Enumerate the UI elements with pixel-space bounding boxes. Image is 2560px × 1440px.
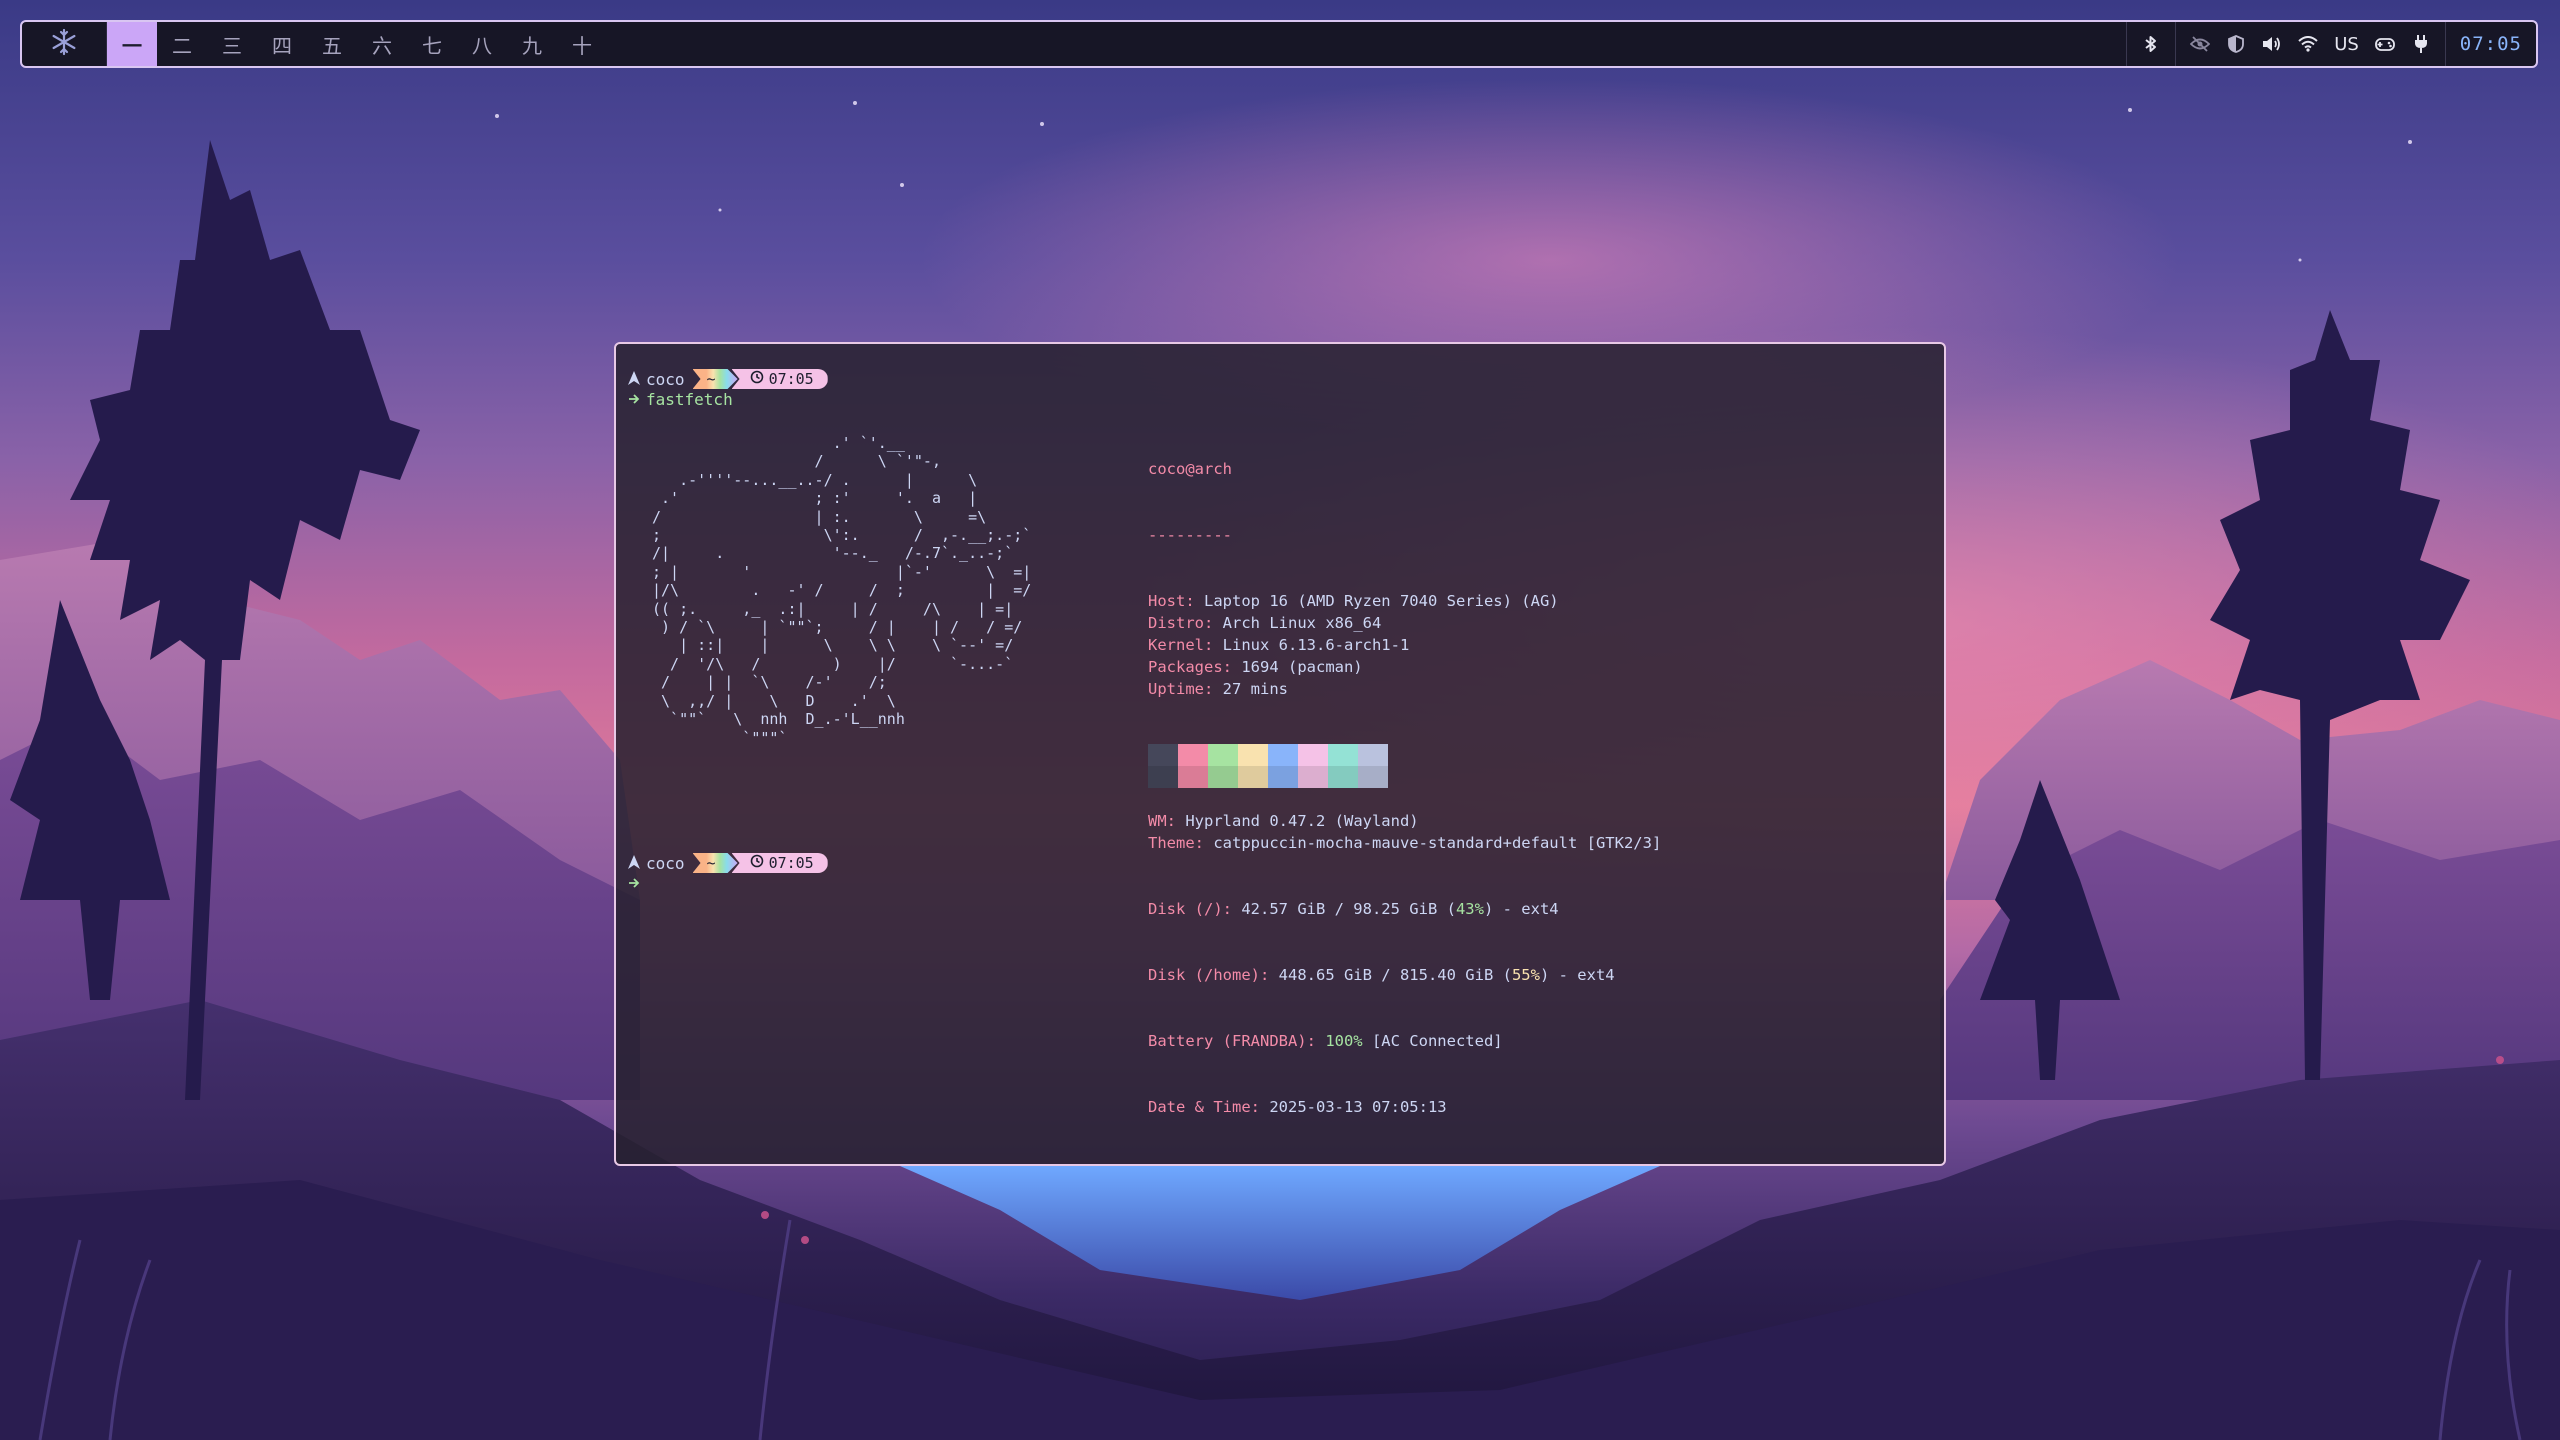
info-row-datetime: Date & Time: 2025-03-13 07:05:13: [1148, 1098, 1447, 1116]
info-row-battery: Battery (FRANDBA): 100% [AC Connected]: [1148, 1032, 1503, 1050]
workspace-10[interactable]: 十: [557, 22, 607, 66]
color-palette: [1148, 744, 1388, 788]
info-row-host: Host: Laptop 16 (AMD Ryzen 7040 Series) …: [1148, 592, 1559, 610]
prompt-username-2: coco: [646, 853, 685, 873]
fastfetch-info: coco@arch --------- Host: Laptop 16 (AMD…: [1148, 414, 1661, 1162]
workspace-7[interactable]: 七: [407, 22, 457, 66]
color-swatch: [1358, 744, 1388, 788]
shell-prompt: coco ~ 07:05: [628, 368, 828, 390]
prompt-directory: ~: [693, 369, 738, 389]
info-row-disk-root: Disk (/): 42.57 GiB / 98.25 GiB (43%) - …: [1148, 900, 1559, 918]
prompt-time-2: 07:05: [731, 853, 828, 873]
terminal-window[interactable]: coco ~ 07:05 fastfetch .' `'.__ / \ `'"-…: [614, 342, 1946, 1166]
color-swatch: [1298, 744, 1328, 788]
prompt-directory-2: ~: [693, 853, 738, 873]
prompt-time: 07:05: [731, 369, 828, 389]
keyboard-layout[interactable]: US: [2334, 34, 2359, 55]
workspace-list: 一 二 三 四 五 六 七 八 九 十: [107, 22, 607, 66]
ascii-art-logo: .' `'.__ / \ `'"-, .-''''--...__..-/ . |…: [652, 434, 1032, 747]
tray-apps: [2126, 22, 2175, 66]
info-row-kernel: Kernel: Linux 6.13.6-arch1-1: [1148, 636, 1410, 654]
color-swatch: [1328, 744, 1358, 788]
color-swatch: [1148, 744, 1178, 788]
snowflake-logo-icon: [49, 27, 79, 61]
prompt-username: coco: [646, 369, 685, 389]
shield-icon[interactable]: [2226, 34, 2246, 54]
shell-prompt-2: coco ~ 07:05: [628, 852, 828, 874]
clock-icon: [750, 370, 764, 388]
launcher-button[interactable]: [22, 22, 107, 66]
color-swatch: [1208, 744, 1238, 788]
workspace-4[interactable]: 四: [257, 22, 307, 66]
bluetooth-icon[interactable]: [2141, 34, 2161, 54]
tray-clock: 07:05: [2444, 22, 2536, 66]
info-row-packages: Packages: 1694 (pacman): [1148, 658, 1363, 676]
command-input[interactable]: [628, 874, 640, 893]
prompt-user-2: coco: [628, 854, 685, 873]
power-plug-icon[interactable]: [2411, 34, 2431, 54]
prompt-time-text: 07:05: [768, 370, 814, 388]
info-row-wm: WM: Hyprland 0.47.2 (Wayland): [1148, 812, 1419, 830]
command-text: fastfetch: [646, 390, 733, 409]
workspace-6[interactable]: 六: [357, 22, 407, 66]
color-swatch: [1178, 744, 1208, 788]
color-swatch: [1268, 744, 1298, 788]
top-bar: 一 二 三 四 五 六 七 八 九 十 US 07:05: [20, 20, 2538, 68]
wifi-icon[interactable]: [2298, 34, 2318, 54]
info-row-theme: Theme: catppuccin-mocha-mauve-standard+d…: [1148, 834, 1662, 852]
workspace-2[interactable]: 二: [157, 22, 207, 66]
workspace-5[interactable]: 五: [307, 22, 357, 66]
info-row-disk-home: Disk (/home): 448.65 GiB / 815.40 GiB (5…: [1148, 966, 1615, 984]
info-row-uptime: Uptime: 27 mins: [1148, 680, 1288, 698]
eye-off-icon[interactable]: [2190, 34, 2211, 54]
color-swatch: [1238, 744, 1268, 788]
controller-icon[interactable]: [2374, 34, 2395, 54]
info-row-distro: Distro: Arch Linux x86_64: [1148, 614, 1382, 632]
prompt-time-text-2: 07:05: [768, 854, 814, 872]
system-tray: US 07:05: [2126, 22, 2536, 66]
command-line: fastfetch: [628, 390, 733, 409]
prompt-user: coco: [628, 370, 685, 389]
clock[interactable]: 07:05: [2460, 33, 2522, 55]
separator: ---------: [1148, 526, 1232, 544]
workspace-8[interactable]: 八: [457, 22, 507, 66]
arch-logo-icon: [628, 370, 640, 389]
user-host: coco@arch: [1148, 460, 1232, 478]
tray-status: US: [2175, 22, 2445, 66]
prompt-arrow-icon: [628, 874, 640, 893]
workspace-9[interactable]: 九: [507, 22, 557, 66]
workspace-3[interactable]: 三: [207, 22, 257, 66]
clock-icon: [750, 854, 764, 872]
arch-logo-icon: [628, 854, 640, 873]
prompt-arrow-icon: [628, 390, 640, 409]
volume-icon[interactable]: [2262, 34, 2282, 54]
workspace-1[interactable]: 一: [107, 22, 157, 66]
